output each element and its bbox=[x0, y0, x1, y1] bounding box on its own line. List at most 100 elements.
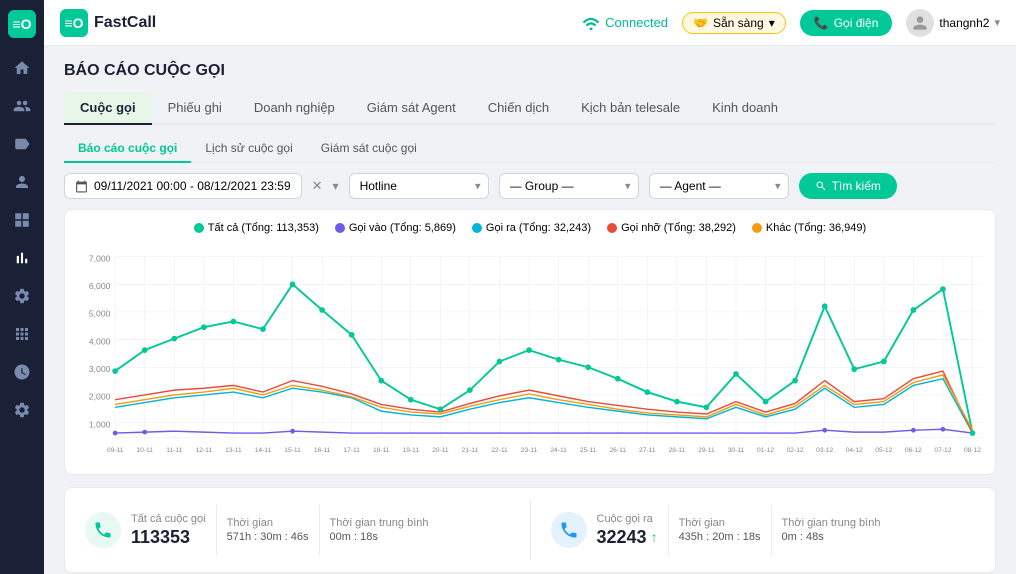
search-button[interactable]: Tìm kiếm bbox=[799, 173, 897, 199]
user-menu[interactable]: thangnh2 ▾ bbox=[906, 9, 1000, 37]
sidebar-item-clock[interactable] bbox=[6, 356, 38, 388]
tab-lich-su[interactable]: Lịch sử cuộc gọi bbox=[191, 135, 306, 163]
stat-divider-main bbox=[530, 500, 531, 560]
svg-text:30-11: 30-11 bbox=[728, 447, 745, 454]
tab-giam-sat-agent[interactable]: Giám sát Agent bbox=[351, 92, 472, 125]
content-area: Báo cáo cuộc gọi Cuộc gọi Phiếu ghi Doan… bbox=[44, 46, 1016, 574]
svg-text:12-11: 12-11 bbox=[196, 447, 213, 454]
stat-divider-3 bbox=[668, 505, 669, 555]
svg-text:10-11: 10-11 bbox=[136, 447, 153, 454]
connected-label: Connected bbox=[605, 15, 668, 30]
call-icon: 📞 bbox=[814, 16, 829, 30]
main-tabs: Cuộc gọi Phiếu ghi Doanh nghiệp Giám sát… bbox=[64, 92, 996, 125]
user-chevron-icon: ▾ bbox=[994, 16, 1000, 29]
svg-text:1,000: 1,000 bbox=[89, 419, 111, 429]
search-button-label: Tìm kiếm bbox=[832, 179, 881, 193]
legend-label-outbound: Gọi ra (Tổng: 32,243) bbox=[486, 222, 591, 234]
svg-text:06-12: 06-12 bbox=[905, 447, 922, 454]
svg-text:4,000: 4,000 bbox=[89, 336, 111, 346]
sidebar-item-apps[interactable] bbox=[6, 318, 38, 350]
svg-text:6,000: 6,000 bbox=[89, 281, 111, 291]
hotline-select-wrapper: Hotline bbox=[349, 173, 489, 199]
tab-chien-dich[interactable]: Chiến dịch bbox=[472, 92, 565, 125]
all-calls-avg: Thời gian trung bình 00m : 18s bbox=[330, 517, 429, 543]
svg-text:21-11: 21-11 bbox=[462, 447, 479, 454]
sidebar-item-users[interactable] bbox=[6, 90, 38, 122]
outbound-avg: Thời gian trung bình 0m : 48s bbox=[782, 517, 881, 543]
agent-select[interactable]: — Agent — bbox=[649, 173, 789, 199]
legend-missed: Gọi nhỡ (Tổng: 38,292) bbox=[607, 222, 736, 234]
logo-box: ≡O bbox=[60, 9, 88, 37]
outbound-label: Cuộc gọi ra bbox=[597, 513, 658, 525]
tab-giam-sat[interactable]: Giám sát cuộc gọi bbox=[307, 135, 431, 163]
svg-text:11-11: 11-11 bbox=[166, 447, 182, 454]
all-calls-avg-value: 00m : 18s bbox=[330, 531, 429, 543]
stat-divider-1 bbox=[216, 505, 217, 555]
all-calls-details: Tất cả cuộc gọi 113353 bbox=[131, 513, 206, 548]
legend-all: Tất cả (Tổng: 113,353) bbox=[194, 222, 319, 234]
group-select-wrapper: — Group — bbox=[499, 173, 639, 199]
date-arrow-icon: ▾ bbox=[333, 179, 339, 193]
status-dropdown[interactable]: 🤝 Sẵn sàng ▾ bbox=[682, 12, 786, 34]
sidebar: ≡O bbox=[0, 0, 44, 574]
agent-select-wrapper: — Agent — bbox=[649, 173, 789, 199]
connection-status: Connected bbox=[582, 15, 668, 30]
svg-text:23-11: 23-11 bbox=[521, 447, 538, 454]
outbound-avg-value: 0m : 48s bbox=[782, 531, 881, 543]
outbound-trend-icon: ↑ bbox=[651, 529, 658, 545]
stats-bar: Tất cả cuộc gọi 113353 Thời gian 571h : … bbox=[64, 487, 996, 573]
logo-icon: ≡O bbox=[8, 10, 36, 38]
wifi-icon bbox=[582, 16, 600, 30]
outbound-avg-label: Thời gian trung bình bbox=[782, 517, 881, 529]
svg-text:13-11: 13-11 bbox=[225, 447, 242, 454]
topbar-right: Connected 🤝 Sẵn sàng ▾ 📞 Gọi điện thangn… bbox=[582, 9, 1000, 37]
tab-doanh-nghiep[interactable]: Doanh nghiệp bbox=[238, 92, 351, 125]
tab-kich-ban[interactable]: Kịch bản telesale bbox=[565, 92, 696, 125]
svg-text:14-11: 14-11 bbox=[255, 447, 272, 454]
clear-date-button[interactable]: ✕ bbox=[312, 178, 323, 194]
call-button[interactable]: 📞 Gọi điện bbox=[800, 10, 893, 36]
app-name: FastCall bbox=[94, 14, 156, 32]
tab-bao-cao[interactable]: Báo cáo cuộc gọi bbox=[64, 135, 191, 163]
chevron-down-icon: ▾ bbox=[769, 16, 775, 30]
page-title: Báo cáo cuộc gọi bbox=[64, 62, 996, 80]
legend-dot-outbound bbox=[472, 223, 482, 233]
stat-all-calls: Tất cả cuộc gọi 113353 Thời gian 571h : … bbox=[85, 500, 510, 560]
date-range-value: 09/11/2021 00:00 - 08/12/2021 23:59 bbox=[94, 179, 291, 193]
legend-dot-missed bbox=[607, 223, 617, 233]
search-icon bbox=[815, 180, 827, 192]
sidebar-item-grid[interactable] bbox=[6, 204, 38, 236]
svg-text:05-12: 05-12 bbox=[875, 447, 892, 454]
tab-kinh-doanh[interactable]: Kinh doanh bbox=[696, 92, 794, 125]
filters-row: 09/11/2021 00:00 - 08/12/2021 23:59 ✕ ▾ … bbox=[64, 173, 996, 199]
date-range-picker[interactable]: 09/11/2021 00:00 - 08/12/2021 23:59 bbox=[64, 173, 302, 199]
sidebar-item-chart[interactable] bbox=[6, 242, 38, 274]
chart-svg-wrapper: 7,000 6,000 5,000 4,000 3,000 2,000 1,00… bbox=[77, 242, 983, 462]
sidebar-item-person[interactable] bbox=[6, 166, 38, 198]
legend-other: Khác (Tổng: 36,949) bbox=[752, 222, 866, 234]
legend-label-other: Khác (Tổng: 36,949) bbox=[766, 222, 866, 234]
svg-text:22-11: 22-11 bbox=[491, 447, 508, 454]
sidebar-item-tag[interactable] bbox=[6, 128, 38, 160]
calendar-icon bbox=[75, 180, 88, 193]
sidebar-item-gear[interactable] bbox=[6, 280, 38, 312]
tab-cuoc-goi[interactable]: Cuộc gọi bbox=[64, 92, 152, 125]
svg-text:16-11: 16-11 bbox=[314, 447, 331, 454]
legend-dot-other bbox=[752, 223, 762, 233]
svg-text:04-12: 04-12 bbox=[846, 447, 863, 454]
sidebar-item-settings[interactable] bbox=[6, 394, 38, 426]
hotline-select[interactable]: Hotline bbox=[349, 173, 489, 199]
group-select[interactable]: — Group — bbox=[499, 173, 639, 199]
svg-text:27-11: 27-11 bbox=[639, 447, 656, 454]
legend-dot-inbound bbox=[335, 223, 345, 233]
svg-text:17-11: 17-11 bbox=[343, 447, 360, 454]
outbound-time-value: 435h : 20m : 18s bbox=[679, 531, 761, 543]
stat-divider-4 bbox=[771, 505, 772, 555]
stat-divider-2 bbox=[319, 505, 320, 555]
status-emoji: 🤝 bbox=[693, 16, 708, 30]
sidebar-item-home[interactable] bbox=[6, 52, 38, 84]
tab-phieu-ghi[interactable]: Phiếu ghi bbox=[152, 92, 238, 125]
legend-label-all: Tất cả (Tổng: 113,353) bbox=[208, 222, 319, 234]
svg-text:09-11: 09-11 bbox=[107, 447, 124, 454]
user-name: thangnh2 bbox=[939, 16, 989, 30]
